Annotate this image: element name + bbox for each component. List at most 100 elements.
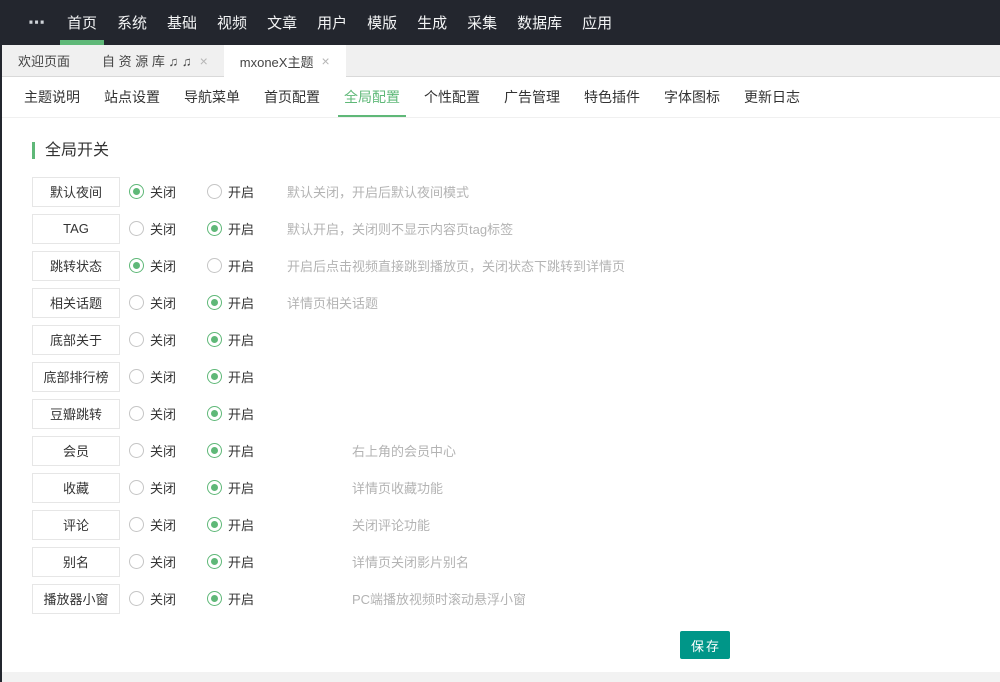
save-button[interactable]: 保存 [680, 631, 730, 659]
radio-circle-icon [207, 406, 222, 421]
radio-off[interactable]: 关闭 [129, 515, 198, 534]
switch-row: 跳转状态 关闭 开启 开启后点击视频直接跳到播放页，关闭状态下跳转到详情页 [32, 247, 1000, 284]
radio-off-label: 关闭 [150, 256, 176, 275]
radio-off-label: 关闭 [150, 404, 176, 423]
config-tab[interactable]: 主题说明 [16, 77, 88, 117]
page-tab-label: 自 资 源 库 ♫ ♫ [102, 51, 192, 70]
switch-row: 别名 关闭 开启 详情页关闭影片别名 [32, 543, 1000, 580]
radio-off[interactable]: 关闭 [129, 219, 198, 238]
page-tab-label: mxoneX主题 [240, 52, 314, 71]
switch-label: 底部关于 [32, 325, 120, 355]
radio-off[interactable]: 关闭 [129, 441, 198, 460]
radio-off[interactable]: 关闭 [129, 330, 198, 349]
radio-off-label: 关闭 [150, 478, 176, 497]
radio-on-label: 开启 [228, 552, 254, 571]
radio-off[interactable]: 关闭 [129, 293, 198, 312]
radio-off-label: 关闭 [150, 589, 176, 608]
switch-row: 播放器小窗 关闭 开启 PC端播放视频时滚动悬浮小窗 [32, 580, 1000, 617]
top-nav-item[interactable]: 应用 [572, 0, 622, 45]
radio-on-label: 开启 [228, 182, 254, 201]
radio-on[interactable]: 开启 [207, 589, 276, 608]
switch-list: 默认夜间 关闭 开启 默认关闭，开启后默认夜间模式 TAG [32, 173, 1000, 617]
radio-on[interactable]: 开启 [207, 256, 276, 275]
radio-off[interactable]: 关闭 [129, 478, 198, 497]
radio-circle-icon [207, 184, 222, 199]
switch-description: PC端播放视频时滚动悬浮小窗 [352, 589, 526, 608]
switch-description: 开启后点击视频直接跳到播放页，关闭状态下跳转到详情页 [287, 256, 625, 275]
more-menu-icon[interactable]: ⋯ [16, 0, 57, 45]
config-tab[interactable]: 全局配置 [336, 77, 408, 117]
radio-off-label: 关闭 [150, 219, 176, 238]
page-tab-label: 欢迎页面 [18, 51, 70, 70]
radio-on-label: 开启 [228, 478, 254, 497]
top-nav-item[interactable]: 首页 [57, 0, 107, 45]
radio-on-label: 开启 [228, 293, 254, 312]
radio-on[interactable]: 开启 [207, 367, 276, 386]
radio-circle-icon [129, 554, 144, 569]
radio-on[interactable]: 开启 [207, 219, 276, 238]
switch-label: 评论 [32, 510, 120, 540]
main-frame: 欢迎页面 自 资 源 库 ♫ ♫ × mxoneX主题 × 主题说明 站点设置 [0, 45, 1000, 682]
radio-off[interactable]: 关闭 [129, 404, 198, 423]
switch-row: 评论 关闭 开启 关闭评论功能 [32, 506, 1000, 543]
top-nav-item[interactable]: 模版 [357, 0, 407, 45]
radio-on[interactable]: 开启 [207, 478, 276, 497]
close-tab-icon[interactable]: × [200, 54, 208, 68]
radio-circle-icon [207, 591, 222, 606]
top-nav-item[interactable]: 数据库 [507, 0, 572, 45]
radio-circle-icon [207, 221, 222, 236]
switch-description: 详情页相关话题 [287, 293, 378, 312]
radio-circle-icon [129, 591, 144, 606]
top-nav-item[interactable]: 生成 [407, 0, 457, 45]
config-tab[interactable]: 站点设置 [96, 77, 168, 117]
switch-description: 关闭评论功能 [352, 515, 430, 534]
radio-off[interactable]: 关闭 [129, 182, 198, 201]
radio-off-label: 关闭 [150, 330, 176, 349]
radio-circle-icon [207, 369, 222, 384]
switch-label: 播放器小窗 [32, 584, 120, 614]
config-tab[interactable]: 更新日志 [736, 77, 808, 117]
page-tab[interactable]: 欢迎页面 [2, 45, 86, 76]
radio-off[interactable]: 关闭 [129, 256, 198, 275]
radio-on[interactable]: 开启 [207, 330, 276, 349]
radio-off[interactable]: 关闭 [129, 589, 198, 608]
switch-label: 豆瓣跳转 [32, 399, 120, 429]
config-tab[interactable]: 个性配置 [416, 77, 488, 117]
switch-label: TAG [32, 214, 120, 244]
radio-on[interactable]: 开启 [207, 441, 276, 460]
top-nav-item[interactable]: 基础 [157, 0, 207, 45]
config-tab[interactable]: 字体图标 [656, 77, 728, 117]
radio-circle-icon [129, 258, 144, 273]
section-title: 全局开关 [32, 142, 1000, 159]
radio-on-label: 开启 [228, 256, 254, 275]
switch-description: 默认开启，关闭则不显示内容页tag标签 [287, 219, 513, 238]
radio-circle-icon [207, 258, 222, 273]
top-nav-item[interactable]: 文章 [257, 0, 307, 45]
config-tab[interactable]: 首页配置 [256, 77, 328, 117]
top-nav-item[interactable]: 用户 [307, 0, 357, 45]
radio-on[interactable]: 开启 [207, 182, 276, 201]
close-tab-icon[interactable]: × [321, 54, 329, 68]
radio-circle-icon [207, 480, 222, 495]
config-tab[interactable]: 特色插件 [576, 77, 648, 117]
radio-on[interactable]: 开启 [207, 404, 276, 423]
switch-label: 底部排行榜 [32, 362, 120, 392]
radio-off[interactable]: 关闭 [129, 367, 198, 386]
radio-circle-icon [207, 517, 222, 532]
top-nav-item[interactable]: 系统 [107, 0, 157, 45]
radio-on[interactable]: 开启 [207, 552, 276, 571]
window-tabbar: 欢迎页面 自 资 源 库 ♫ ♫ × mxoneX主题 × [2, 45, 1000, 77]
radio-on[interactable]: 开启 [207, 293, 276, 312]
page-tab[interactable]: mxoneX主题 × [224, 45, 346, 77]
switch-description: 详情页关闭影片别名 [352, 552, 469, 571]
radio-on[interactable]: 开启 [207, 515, 276, 534]
config-tab[interactable]: 广告管理 [496, 77, 568, 117]
page-tab[interactable]: 自 资 源 库 ♫ ♫ × [86, 45, 224, 76]
switch-row: 收藏 关闭 开启 详情页收藏功能 [32, 469, 1000, 506]
top-nav-item[interactable]: 视频 [207, 0, 257, 45]
radio-off[interactable]: 关闭 [129, 552, 198, 571]
switch-label: 跳转状态 [32, 251, 120, 281]
config-tab[interactable]: 导航菜单 [176, 77, 248, 117]
top-nav-item[interactable]: 采集 [457, 0, 507, 45]
switch-label: 会员 [32, 436, 120, 466]
